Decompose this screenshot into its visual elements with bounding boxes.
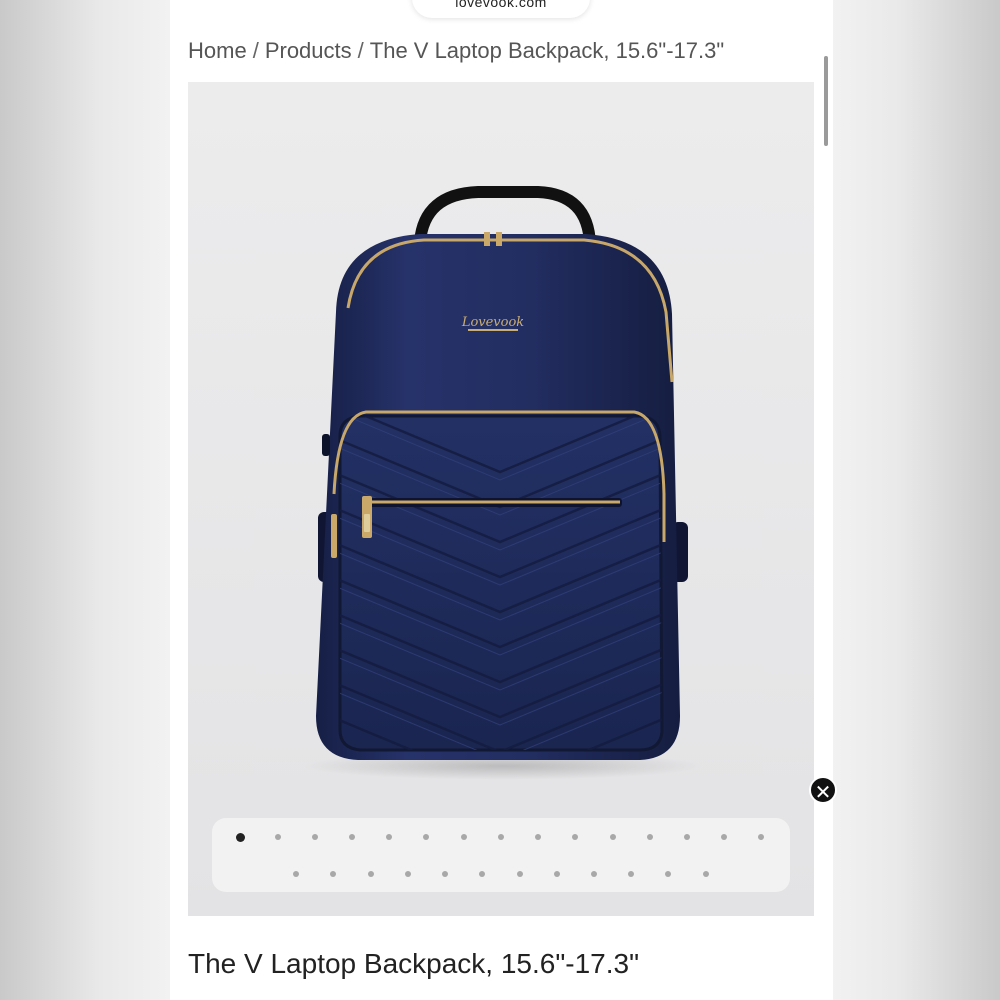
pagination-dot[interactable] [610, 834, 616, 840]
svg-text:Lovevook: Lovevook [461, 315, 524, 330]
breadcrumb: Home / Products / The V Laptop Backpack, 15.… [188, 38, 724, 64]
url-bar[interactable]: lovevook.com [412, 0, 590, 18]
breadcrumb-current: The V Laptop Backpack, 15.6"-17.3" [369, 38, 725, 63]
pagination-dot[interactable] [293, 871, 299, 877]
pagination-dot[interactable] [665, 871, 671, 877]
pagination-dot[interactable] [703, 871, 709, 877]
pagination-dot[interactable] [517, 871, 523, 877]
pagination-dot[interactable] [479, 871, 485, 877]
mobile-page: lovevook.com Home / Products / The V Laptop … [170, 0, 833, 1000]
pagination-dot[interactable] [591, 871, 597, 877]
scrollbar[interactable] [824, 56, 828, 146]
breadcrumb-products-link[interactable]: Products [265, 38, 352, 63]
pagination-dot[interactable] [684, 834, 690, 840]
pagination-dot[interactable] [386, 834, 392, 840]
pagination-dot[interactable] [275, 834, 281, 840]
product-photo: Lovevook [188, 82, 814, 916]
pagination-dot[interactable] [535, 834, 541, 840]
breadcrumb-home-link[interactable]: Home [188, 38, 247, 63]
url-text: lovevook.com [455, 0, 547, 10]
product-image-gallery[interactable]: Lovevook [188, 82, 814, 916]
pagination-dot[interactable] [442, 871, 448, 877]
pagination-dot[interactable] [758, 834, 764, 840]
pagination-dot[interactable] [368, 871, 374, 877]
image-pagination [212, 818, 790, 892]
pagination-dot[interactable] [721, 834, 727, 840]
pagination-dot[interactable] [461, 834, 467, 840]
pagination-dot[interactable] [330, 871, 336, 877]
close-icon[interactable]: ✕ [809, 776, 837, 804]
pagination-dot[interactable] [647, 834, 653, 840]
pagination-dot[interactable] [498, 834, 504, 840]
pagination-dot[interactable] [554, 871, 560, 877]
pagination-dot[interactable] [312, 834, 318, 840]
pagination-dot-active[interactable] [236, 833, 245, 842]
pagination-dot[interactable] [349, 834, 355, 840]
pagination-dot[interactable] [423, 834, 429, 840]
pagination-dot[interactable] [405, 871, 411, 877]
product-title: The V Laptop Backpack, 15.6"-17.3" [188, 948, 640, 979]
pagination-dot[interactable] [572, 834, 578, 840]
breadcrumb-separator: / [357, 38, 364, 63]
breadcrumb-separator: / [252, 38, 259, 63]
pagination-dot[interactable] [628, 871, 634, 877]
